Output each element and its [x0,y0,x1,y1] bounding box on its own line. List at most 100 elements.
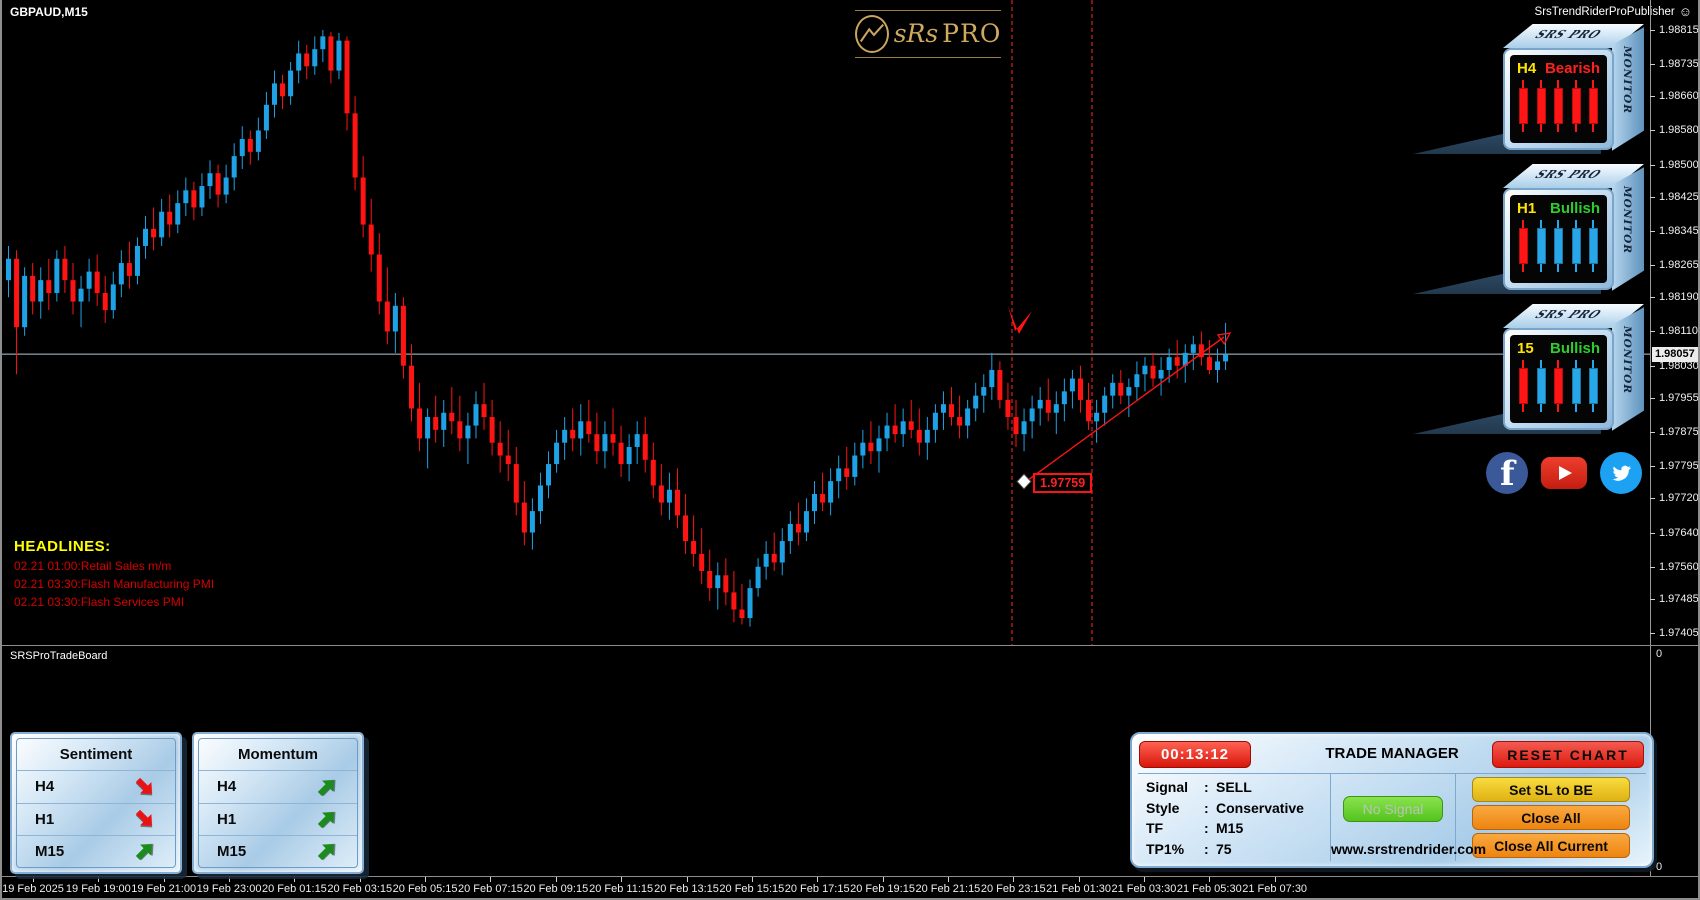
candle [296,53,302,71]
candle [118,263,124,285]
candle [215,173,221,195]
candle [38,280,44,302]
close-all-current-button[interactable]: Close All Current [1472,833,1630,858]
candle [175,203,181,225]
candle [400,305,406,366]
time-axis-label: 20 Feb 07:15 [458,883,523,895]
candle [207,173,213,187]
monitor-state: Bullish [1549,199,1600,217]
candlestick-chart[interactable] [2,0,1650,645]
candle [336,40,342,71]
logo-pro: PRO [942,19,1002,48]
monitor-timeframe: 15 [1517,339,1534,357]
price-tick [1650,96,1655,98]
timeframe-label: H4 [35,778,55,796]
cube-front-face: 15 Bullish [1503,328,1614,430]
smiley-icon: ☺ [1678,4,1692,19]
candle [183,190,189,204]
candle [1174,357,1180,366]
monitor-cube-m15: SRS PRO MONITOR 15 Bullish [1413,304,1647,436]
candle [562,429,568,443]
candle [949,404,955,418]
mini-candle [1554,220,1563,272]
tf-field: TF: M15 [1146,820,1244,837]
candle [634,434,640,447]
candle [997,369,1003,400]
candle [989,369,995,388]
srs-pro-brand: SRS PRO [1532,308,1605,321]
candle [642,434,648,460]
time-axis-label: 20 Feb 09:15 [523,883,589,895]
candle [263,104,269,131]
candle [1126,387,1132,396]
reset-chart-button[interactable]: RESET CHART [1492,741,1644,768]
close-all-button[interactable]: Close All [1472,805,1630,830]
time-tick [229,877,231,882]
subwindow-scale-top: 0 [1656,648,1663,660]
set-sl-to-be-button[interactable]: Set SL to BE [1472,777,1630,802]
mini-candle [1589,220,1598,272]
twitter-icon[interactable] [1600,452,1642,494]
candle [231,156,237,178]
cube-side-face: MONITOR [1612,27,1644,151]
price-axis-label: 1.97560 [1659,560,1699,573]
time-axis-label: 21 Feb 05:30 [1176,883,1242,895]
time-axis-label: 20 Feb 15:15 [719,883,785,895]
mini-candle [1554,80,1563,132]
headlines-list: 02.21 01:00:Retail Sales m/m 02.21 03:30:… [14,559,214,609]
mini-candle [1519,360,1528,412]
candle [1037,399,1043,409]
no-signal-button[interactable]: No Signal [1343,796,1443,822]
candle [1069,378,1075,392]
candle [352,113,358,178]
candle [658,485,664,503]
subwindow-separator[interactable] [2,645,1698,646]
youtube-icon[interactable] [1541,457,1587,489]
mini-candle [1536,80,1546,132]
candle [731,592,737,610]
countdown-timer[interactable]: 00:13:12 [1139,741,1251,768]
monitor-candles [1515,218,1602,272]
momentum-title: Momentum [238,746,318,764]
price-axis-label: 1.98735 [1659,58,1699,71]
price-tick [1650,297,1655,299]
candle [699,553,705,572]
monitor-candles [1515,358,1602,412]
candle [1102,395,1108,413]
candle [94,271,100,293]
candle [513,464,519,503]
momentum-row-h1: H1 [199,802,357,835]
price-tick [1650,633,1655,635]
candle [199,186,205,208]
price-tick [1650,566,1655,568]
candle [280,83,286,97]
candle [771,553,777,563]
candle [916,429,922,443]
entry-diamond-marker [1016,473,1032,490]
mini-candle [1589,80,1598,132]
candle [151,228,157,238]
candle [384,301,390,332]
candle [449,412,455,422]
sentiment-row-h4: H4 [17,770,175,802]
time-axis-separator [2,876,1698,877]
facebook-icon[interactable]: f [1486,452,1528,494]
candle [239,139,245,157]
candle [6,258,11,281]
price-axis-label: 1.98580 [1659,124,1699,137]
monitor-cube-h4: SRS PRO MONITOR H4 Bearish [1413,24,1647,156]
time-tick [555,877,557,882]
sentiment-row-m15: M15 [17,834,175,867]
price-axis-label: 1.98425 [1659,190,1699,203]
candle [570,429,576,439]
style-field: Style: Conservative [1146,799,1304,816]
candle [376,254,382,302]
monitor-state: Bullish [1549,339,1600,357]
candle [14,258,20,328]
trend-arrow-icon [133,807,157,831]
candle [795,523,801,533]
monitor-timeframe: H4 [1517,59,1537,77]
price-tick [1650,164,1655,166]
candle [22,275,28,328]
news-headlines: HEADLINES: 02.21 01:00:Retail Sales m/m 0… [14,538,214,609]
